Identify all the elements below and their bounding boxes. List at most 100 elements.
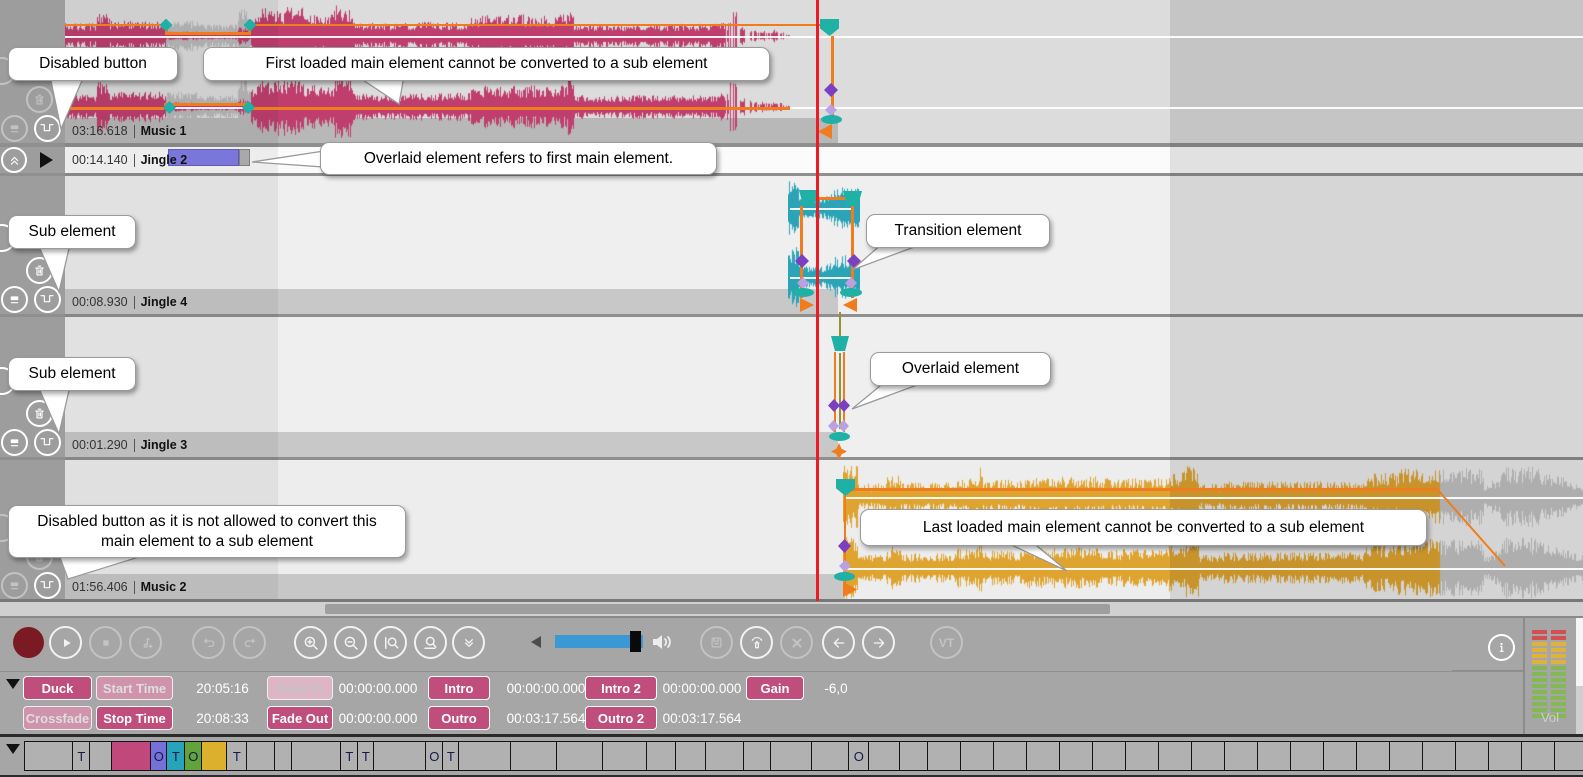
timeline-cell[interactable] xyxy=(510,741,558,771)
prop-button-fade-in[interactable]: Fade In xyxy=(267,676,333,700)
track2-collapse-button[interactable] xyxy=(1,147,27,173)
timeline-cell[interactable] xyxy=(246,741,276,771)
timeline-cell[interactable] xyxy=(811,741,850,771)
vt-button[interactable]: VT xyxy=(930,626,963,659)
timeline-cell[interactable] xyxy=(1554,741,1583,771)
vertical-scrollbar-thumb[interactable] xyxy=(1576,618,1583,686)
timeline-cell[interactable] xyxy=(1521,741,1556,771)
redo-button[interactable] xyxy=(233,626,266,659)
timeline-cell[interactable] xyxy=(89,741,113,771)
prop-button-start-time[interactable]: Start Time xyxy=(96,676,173,700)
timeline-cell[interactable]: T xyxy=(357,741,375,771)
track4-duck-button[interactable] xyxy=(34,429,61,456)
track3-to-sub-element-button[interactable] xyxy=(1,286,28,313)
cue-lens-marker[interactable] xyxy=(792,288,814,297)
timeline-cell[interactable] xyxy=(1158,741,1193,771)
timeline-cell[interactable]: T xyxy=(340,741,359,771)
mute-icon[interactable] xyxy=(531,636,541,648)
timeline-cell[interactable] xyxy=(1389,741,1424,771)
volume-envelope[interactable] xyxy=(65,107,164,110)
prop-button-crossfade[interactable]: Crossfade xyxy=(23,706,92,730)
timeline-cell[interactable] xyxy=(373,741,427,771)
stop-button[interactable] xyxy=(89,626,122,659)
zoom-fit-button[interactable] xyxy=(414,626,447,659)
timeline-cell[interactable] xyxy=(899,741,929,771)
volume-envelope[interactable] xyxy=(250,24,826,27)
timeline-cell[interactable]: O xyxy=(184,741,203,771)
timeline-cell[interactable] xyxy=(1191,741,1226,771)
overlaid-element-handle[interactable] xyxy=(239,149,250,166)
volume-envelope[interactable] xyxy=(65,24,166,27)
zoom-in-button[interactable] xyxy=(294,626,327,659)
timeline-cell[interactable]: O xyxy=(848,741,870,771)
add-element-button[interactable] xyxy=(129,626,162,659)
prop-button-intro[interactable]: Intro xyxy=(428,676,490,700)
zoom-out-button[interactable] xyxy=(334,626,367,659)
prop-button-outro[interactable]: Outro xyxy=(428,706,490,730)
save-button[interactable] xyxy=(700,626,733,659)
volume-envelope[interactable] xyxy=(166,32,250,35)
timeline-cell[interactable] xyxy=(705,741,745,771)
play-button[interactable] xyxy=(49,626,82,659)
track3-delete-button[interactable] xyxy=(26,257,53,284)
timeline-cell[interactable] xyxy=(770,741,813,771)
prop-button-duck[interactable]: Duck xyxy=(23,676,92,700)
track4-delete-button[interactable] xyxy=(26,400,53,427)
timeline-cell[interactable]: T xyxy=(72,741,91,771)
timeline-cell[interactable]: T xyxy=(166,741,186,771)
timeline-cell[interactable]: T xyxy=(442,741,460,771)
info-button[interactable] xyxy=(1488,634,1515,661)
timeline-cell[interactable] xyxy=(1455,741,1490,771)
volume-envelope[interactable] xyxy=(164,103,248,106)
prop-button-stop-time[interactable]: Stop Time xyxy=(96,706,173,730)
timeline-cell[interactable] xyxy=(24,741,74,771)
timeline-cell[interactable] xyxy=(1323,741,1358,771)
previous-element-button[interactable] xyxy=(822,626,855,659)
track3-duck-button[interactable] xyxy=(34,286,61,313)
timeline-cell[interactable] xyxy=(1422,741,1457,771)
timeline-cell[interactable] xyxy=(743,741,772,771)
record-button[interactable] xyxy=(13,627,44,658)
track5-duck-button[interactable] xyxy=(34,572,61,599)
cue-lens-marker[interactable] xyxy=(821,115,842,124)
timeline-cell[interactable] xyxy=(1488,741,1523,771)
timeline-cell[interactable] xyxy=(1257,741,1292,771)
volume-envelope[interactable] xyxy=(834,352,836,432)
prop-button-outro-2[interactable]: Outro 2 xyxy=(585,706,657,730)
horizontal-scrollbar-thumb[interactable] xyxy=(325,604,1110,614)
timeline-cell[interactable] xyxy=(675,741,707,771)
timeline-cell[interactable] xyxy=(111,741,152,771)
timeline-cell[interactable] xyxy=(927,741,962,771)
clear-all-button[interactable] xyxy=(740,626,773,659)
timeline-cell[interactable] xyxy=(291,741,342,771)
collapse-all-button[interactable] xyxy=(452,626,485,659)
prop-button-intro-2[interactable]: Intro 2 xyxy=(585,676,657,700)
track1-to-sub-element-button[interactable] xyxy=(1,115,28,142)
timeline-cell[interactable] xyxy=(993,741,1028,771)
timeline-cell[interactable] xyxy=(201,741,228,771)
timeline-cell[interactable] xyxy=(646,741,677,771)
timeline-cell[interactable] xyxy=(1290,741,1325,771)
timeline-cell[interactable] xyxy=(1026,741,1061,771)
strip-collapse-toggle[interactable] xyxy=(6,744,20,754)
volume-envelope[interactable] xyxy=(843,352,845,432)
timeline-cell[interactable] xyxy=(1059,741,1094,771)
timeline-cell[interactable] xyxy=(602,741,648,771)
timeline-cell[interactable] xyxy=(1356,741,1391,771)
volume-envelope[interactable] xyxy=(845,488,1437,491)
timeline-cell[interactable] xyxy=(1092,741,1127,771)
timeline-cell[interactable] xyxy=(1125,741,1160,771)
zoom-playhead-button[interactable] xyxy=(374,626,407,659)
prop-button-fade-out[interactable]: Fade Out xyxy=(267,706,333,730)
track4-to-sub-element-button[interactable] xyxy=(1,429,28,456)
cue-lens-marker[interactable] xyxy=(840,288,862,297)
horizontal-scrollbar[interactable] xyxy=(0,602,1583,616)
timeline-cell[interactable] xyxy=(458,741,512,771)
timeline-cell[interactable] xyxy=(556,741,604,771)
speaker-icon[interactable] xyxy=(650,630,676,654)
vertical-scrollbar[interactable] xyxy=(1576,618,1583,736)
prop-button-gain[interactable]: Gain xyxy=(746,676,804,700)
track1-delete-button[interactable] xyxy=(26,86,53,113)
volume-slider-handle[interactable] xyxy=(630,631,641,652)
volume-envelope[interactable] xyxy=(248,107,790,110)
